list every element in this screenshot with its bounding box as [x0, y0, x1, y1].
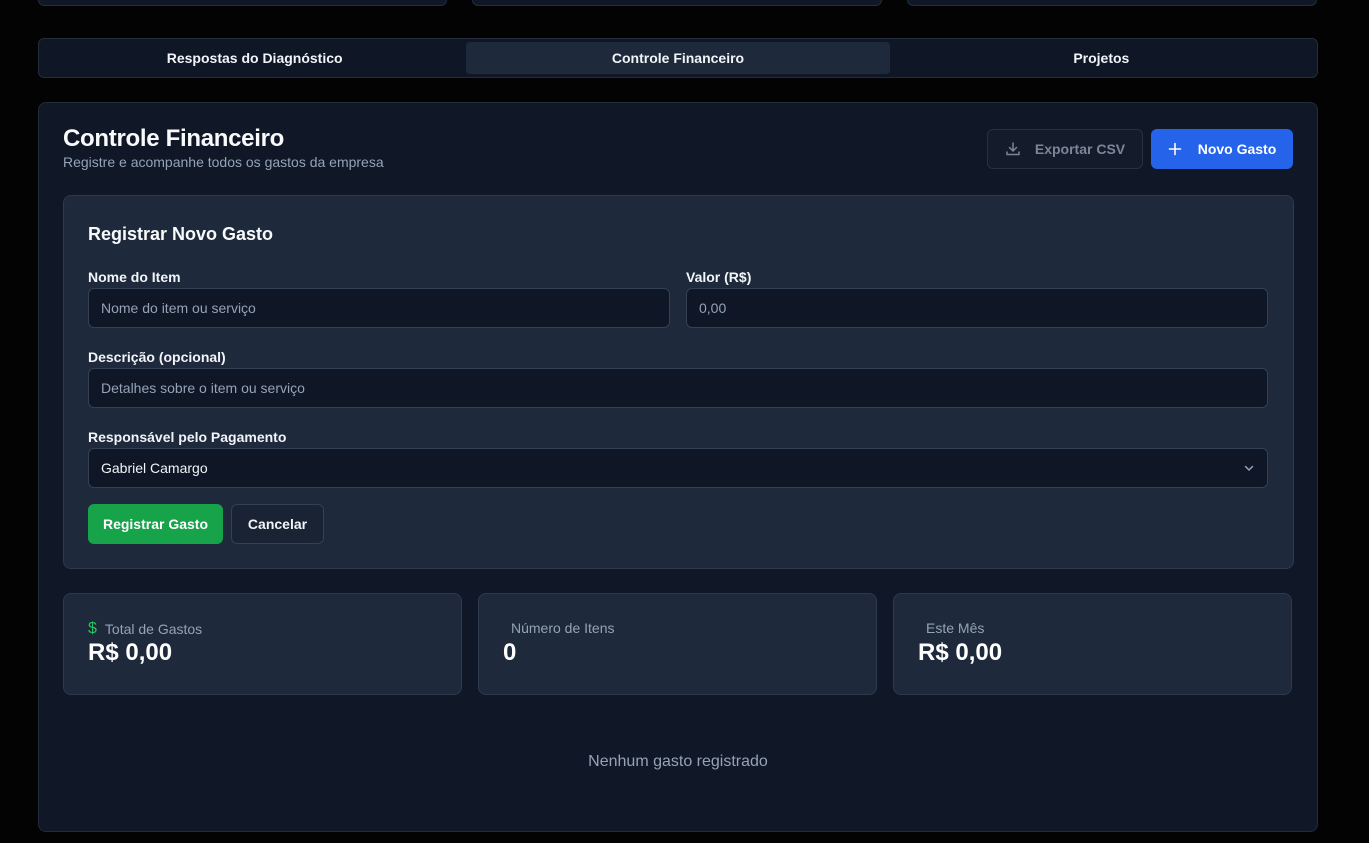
cancel-button[interactable]: Cancelar: [231, 504, 324, 544]
expense-form: Registrar Novo Gasto Nome do Item Valor …: [63, 195, 1294, 569]
download-icon: [1005, 141, 1021, 157]
description-label: Descrição (opcional): [88, 349, 226, 365]
new-expense-label: Novo Gasto: [1197, 141, 1277, 157]
stat-count-label: Número de Itens: [511, 620, 615, 636]
form-title: Registrar Novo Gasto: [88, 224, 274, 244]
chevron-down-icon: [1243, 462, 1255, 474]
stat-total-label: Total de Gastos: [104, 621, 203, 637]
payer-select[interactable]: Gabriel Camargo: [88, 448, 1268, 488]
dollar-icon: $: [88, 620, 97, 637]
stat-month-label: Este Mês: [926, 620, 985, 636]
register-expense-button[interactable]: Registrar Gasto: [88, 504, 223, 544]
description-input[interactable]: [88, 368, 1268, 408]
page-subtitle: Registre e acompanhe todos os gastos da …: [63, 154, 384, 170]
tab-controle-financeiro[interactable]: Controle Financeiro: [466, 42, 890, 74]
stat-total-label-row: $ Total de Gastos: [88, 620, 202, 638]
top-card-2: [472, 0, 882, 6]
tab-bar: Respostas do Diagnóstico Controle Financ…: [38, 38, 1318, 78]
stat-total-expenses: $ Total de Gastos R$ 0,00: [63, 593, 462, 695]
payer-selected-value: Gabriel Camargo: [101, 460, 208, 476]
export-csv-button[interactable]: Exportar CSV: [987, 129, 1143, 169]
export-csv-label: Exportar CSV: [1034, 141, 1126, 157]
page-title: Controle Financeiro: [63, 125, 284, 152]
top-card-3: [907, 0, 1317, 6]
new-expense-button[interactable]: Novo Gasto: [1151, 129, 1293, 169]
tab-respostas-diagnostico[interactable]: Respostas do Diagnóstico: [43, 42, 466, 74]
stat-this-month: Este Mês R$ 0,00: [893, 593, 1292, 695]
finance-panel: Controle Financeiro Registre e acompanhe…: [38, 102, 1318, 832]
item-name-input[interactable]: [88, 288, 670, 328]
value-label: Valor (R$): [686, 269, 752, 285]
item-name-label: Nome do Item: [88, 269, 181, 285]
plus-icon: [1168, 142, 1182, 156]
stat-count-value: 0: [503, 639, 517, 666]
empty-state-message: Nenhum gasto registrado: [588, 753, 768, 770]
payer-label: Responsável pelo Pagamento: [88, 429, 287, 445]
stat-total-value: R$ 0,00: [88, 639, 173, 666]
tab-projetos[interactable]: Projetos: [890, 42, 1313, 74]
value-input[interactable]: [686, 288, 1268, 328]
top-card-1: [38, 0, 447, 6]
stat-item-count: Número de Itens 0: [478, 593, 877, 695]
stat-month-value: R$ 0,00: [918, 639, 1003, 666]
